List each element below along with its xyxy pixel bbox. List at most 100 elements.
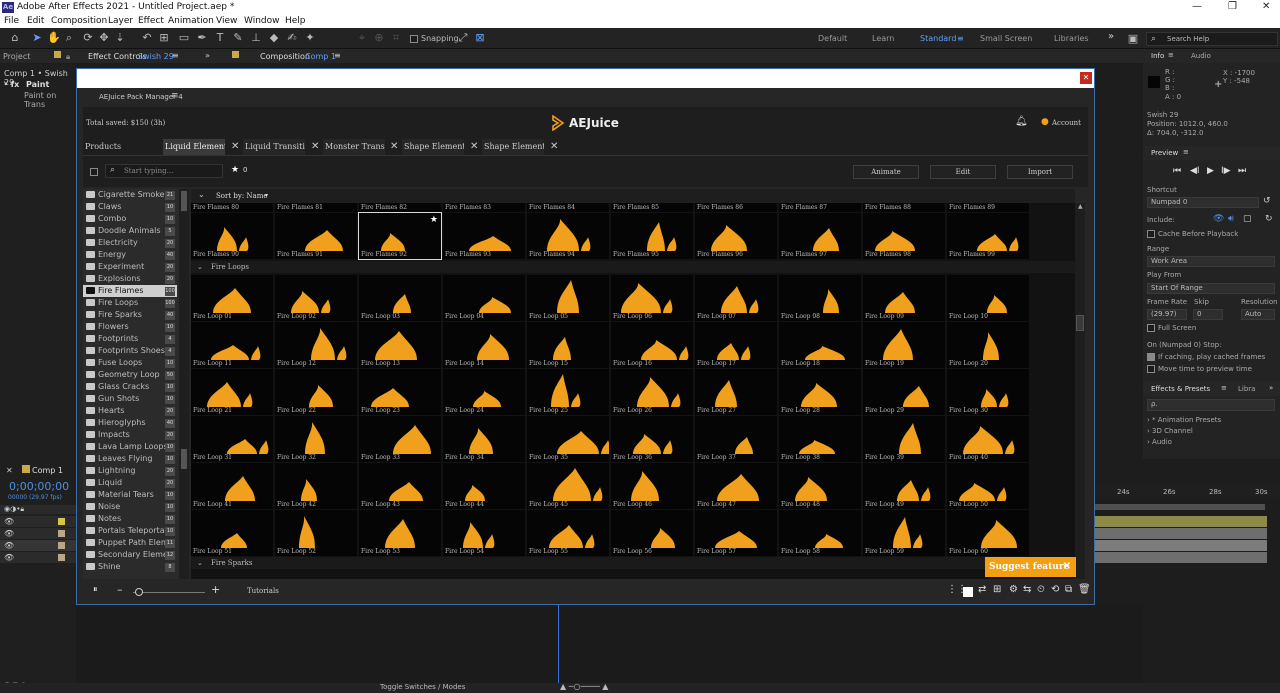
- asset-tile[interactable]: Fire Loop 23: [359, 369, 441, 415]
- asset-tile[interactable]: Fire Loop 25: [527, 369, 609, 415]
- layer-row[interactable]: 👁︎: [0, 552, 76, 563]
- close-tab-icon[interactable]: ✕: [231, 139, 239, 154]
- overlay-include-icon[interactable]: ▢: [1243, 214, 1252, 224]
- asset-tile[interactable]: Fire Flames 94: [527, 213, 609, 259]
- next-frame-icon[interactable]: I▶: [1221, 166, 1231, 176]
- fx-icon[interactable]: ⱽ fx: [4, 80, 19, 89]
- category-item[interactable]: Claws 10: [83, 201, 177, 213]
- pan-behind-tool-icon[interactable]: ⊞: [158, 32, 170, 44]
- import-button[interactable]: Import: [1007, 165, 1073, 179]
- asset-tile[interactable]: Fire Loop 34: [443, 416, 525, 462]
- account-link[interactable]: Account: [1052, 119, 1081, 127]
- asset-tile[interactable]: Fire Loop 32: [275, 416, 357, 462]
- asset-tile[interactable]: Fire Loop 43: [359, 463, 441, 509]
- section-header[interactable]: ⌄ Fire Sparks: [191, 557, 1075, 569]
- category-item[interactable]: Impacts 20: [83, 429, 177, 441]
- workspace-menu-icon[interactable]: ≡: [957, 34, 964, 43]
- tab-monster-transitions[interactable]: Monster Transitions: [323, 139, 385, 155]
- workspace-standard[interactable]: Standard: [920, 34, 956, 43]
- asset-tile[interactable]: Fire Loop 18: [779, 322, 861, 368]
- asset-tile[interactable]: Fire Loop 21: [191, 369, 273, 415]
- workspace-libraries[interactable]: Libraries: [1054, 34, 1089, 43]
- category-item[interactable]: Hieroglyphs 40: [83, 417, 177, 429]
- asset-tile[interactable]: Fire Flames 89: [947, 203, 1029, 212]
- category-item[interactable]: Fire Loops 100: [83, 297, 177, 309]
- section-chevron-icon[interactable]: ⌄: [197, 557, 203, 569]
- eye-icon[interactable]: 👁︎: [4, 553, 14, 562]
- asset-tile[interactable]: Fire Loop 31: [191, 416, 273, 462]
- close-window-icon[interactable]: ✕: [1262, 1, 1270, 12]
- asset-tile[interactable]: Fire Loop 57: [695, 510, 777, 556]
- asset-tile[interactable]: Fire Loop 26: [611, 369, 693, 415]
- scroll-thumb[interactable]: [1076, 315, 1084, 331]
- search-help-box[interactable]: ⌕ Search Help: [1146, 32, 1278, 46]
- pack-search-input[interactable]: ⌕ Start typing...: [105, 164, 223, 178]
- asset-tile[interactable]: Fire Flames 93: [443, 213, 525, 259]
- move-time-checkbox[interactable]: [1147, 365, 1155, 373]
- reset-icon[interactable]: ↺: [1263, 196, 1271, 206]
- asset-tile[interactable]: Fire Loop 33: [359, 416, 441, 462]
- asset-tile[interactable]: Fire Flames 90: [191, 213, 273, 259]
- preview-tab[interactable]: Preview: [1151, 149, 1178, 157]
- asset-tile[interactable]: Fire Loop 45: [527, 463, 609, 509]
- effects-item[interactable]: › 3D Channel: [1147, 427, 1193, 435]
- zoom-in-icon[interactable]: +: [211, 583, 220, 596]
- puppet-tool-icon[interactable]: ✦: [304, 32, 316, 44]
- axis-world-icon[interactable]: ⊕: [373, 32, 385, 44]
- asset-tile[interactable]: Fire Loop 01: [191, 275, 273, 321]
- effects-overflow-icon[interactable]: »: [1269, 384, 1273, 392]
- cache-before-checkbox[interactable]: [1147, 230, 1155, 238]
- eye-icon[interactable]: 👁︎: [4, 517, 14, 526]
- asset-tile[interactable]: Fire Loop 20: [947, 322, 1029, 368]
- asset-tile[interactable]: Fire Loop 28: [779, 369, 861, 415]
- brush-tool-icon[interactable]: ✎: [232, 32, 244, 44]
- zoom-slider-icon[interactable]: ▲ ─○──── ▲: [560, 682, 608, 691]
- layer-bar[interactable]: [1095, 528, 1267, 539]
- section-chevron-icon[interactable]: ⌄: [197, 261, 203, 273]
- category-item[interactable]: Footprints Shoes 4: [83, 345, 177, 357]
- maximize-icon[interactable]: ❐: [1228, 1, 1237, 12]
- sort-chevron-icon[interactable]: ▾: [265, 192, 268, 199]
- asset-tile[interactable]: Fire Loop 30: [947, 369, 1029, 415]
- asset-tile[interactable]: Fire Flames 81: [275, 203, 357, 212]
- category-item[interactable]: Cigarette Smoke 21: [83, 189, 177, 201]
- favorites-star-icon[interactable]: ★: [231, 165, 239, 175]
- pen-tool-icon[interactable]: ✒: [196, 32, 208, 44]
- asset-tile[interactable]: Fire Loop 47: [695, 463, 777, 509]
- work-area-bar[interactable]: [1095, 504, 1265, 510]
- pan-tool-icon[interactable]: ✥: [98, 32, 110, 44]
- section-header[interactable]: ⌄ Fire Loops: [191, 261, 1075, 273]
- category-scrollbar[interactable]: [179, 189, 189, 579]
- asset-tile[interactable]: Fire Loop 24: [443, 369, 525, 415]
- layer-row[interactable]: 👁︎: [0, 540, 76, 551]
- frame-rate-dropdown[interactable]: (29.97): [1147, 309, 1187, 320]
- asset-tile[interactable]: Fire Loop 44: [443, 463, 525, 509]
- timeline-tab[interactable]: Comp 1: [32, 466, 63, 475]
- type-tool-icon[interactable]: T: [214, 32, 226, 44]
- play-icon[interactable]: ▶: [1207, 166, 1214, 176]
- asset-tile[interactable]: Fire Loop 17: [695, 322, 777, 368]
- eye-icon[interactable]: 👁︎: [4, 541, 14, 550]
- timecode[interactable]: 0;00;00;00: [9, 480, 69, 493]
- effects-presets-tab[interactable]: Effects & Presets: [1151, 385, 1210, 393]
- settings-icon[interactable]: ⚙: [1009, 584, 1018, 595]
- asset-tile[interactable]: Fire Loop 56: [611, 510, 693, 556]
- asset-tile[interactable]: Fire Loop 14: [443, 322, 525, 368]
- asset-tile[interactable]: Fire Flames 88: [863, 203, 945, 212]
- snapping-checkbox[interactable]: [410, 35, 418, 43]
- lock-tab-icon[interactable]: 🔒︎: [66, 52, 70, 62]
- workspace-learn[interactable]: Learn: [872, 34, 894, 43]
- audio-tab[interactable]: Audio: [1191, 52, 1211, 60]
- menu-effect[interactable]: Effect: [138, 16, 164, 26]
- asset-tile[interactable]: Fire Loop 37: [695, 416, 777, 462]
- trash-icon[interactable]: 🗑︎: [1078, 584, 1091, 595]
- category-item[interactable]: Secondary Eleme 12: [83, 549, 177, 561]
- loop-icon[interactable]: ⇄: [978, 584, 986, 595]
- sort-dropdown[interactable]: Sort by: Name: [216, 192, 268, 200]
- asset-tile[interactable]: Fire Flames 83: [443, 203, 525, 212]
- animate-button[interactable]: Animate: [853, 165, 919, 179]
- asset-tile[interactable]: Fire Loop 35: [527, 416, 609, 462]
- asset-tile[interactable]: Fire Flames 98: [863, 213, 945, 259]
- asset-tile[interactable]: Fire Flames 97: [779, 213, 861, 259]
- layout-icon[interactable]: ⊞: [993, 584, 1001, 595]
